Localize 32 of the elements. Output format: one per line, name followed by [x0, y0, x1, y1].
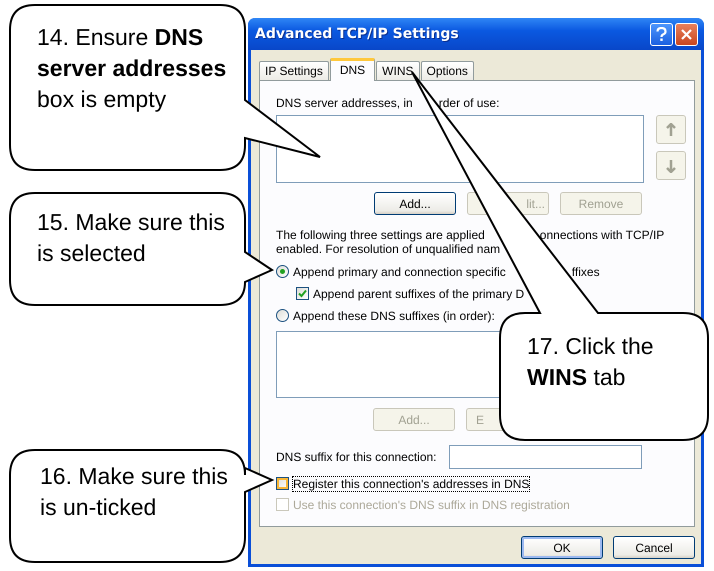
callout-text: 17. Click the WINS tab — [527, 332, 655, 392]
info-text: enabled. For resolution of unqualified nam — [276, 242, 500, 256]
info-text: onnections with TCP/IP — [540, 228, 664, 242]
checkbox-label: Use this connection's DNS suffix in DNS registration — [293, 498, 570, 512]
cancel-button[interactable]: Cancel — [613, 536, 695, 559]
callout-text: 15. Make sure this is selected — [37, 208, 226, 268]
radio-button[interactable] — [276, 265, 289, 278]
input-field[interactable] — [449, 445, 642, 469]
option-label: ffixes — [572, 264, 600, 278]
checkbox[interactable] — [296, 287, 309, 300]
info-text: The following three settings are applied — [276, 228, 485, 242]
callout-text: 14. Ensure DNS server addresses box is empty — [37, 23, 228, 114]
field-label: rder of use: — [438, 96, 500, 110]
tab[interactable]: IP Settings — [259, 61, 329, 80]
callout-text: 16. Make sure this is un-ticked — [40, 462, 229, 522]
field-label: DNS server addresses, in — [276, 96, 413, 110]
checkbox-label: Register this connection's addresses in DNS — [293, 476, 530, 490]
tab[interactable]: Options — [420, 61, 474, 80]
option-label: Append these DNS suffixes (in order): — [293, 308, 495, 322]
window-title: Advanced TCP/IP Settings — [255, 26, 460, 42]
field-label: DNS suffix for this connection: — [276, 450, 438, 464]
tab[interactable]: WINS — [376, 61, 420, 80]
add-button[interactable]: Add... — [374, 192, 456, 215]
help-icon[interactable] — [650, 22, 673, 46]
option-label: Append parent suffixes of the primary D — [313, 286, 524, 300]
tab[interactable]: DNS — [330, 58, 376, 81]
radio-button[interactable] — [276, 309, 289, 322]
checkbox[interactable] — [276, 477, 289, 490]
option-label: Append primary and connection specific — [293, 264, 506, 278]
close-icon[interactable] — [675, 22, 698, 46]
ok-button[interactable]: OK — [521, 536, 603, 559]
list-box[interactable] — [276, 115, 644, 183]
